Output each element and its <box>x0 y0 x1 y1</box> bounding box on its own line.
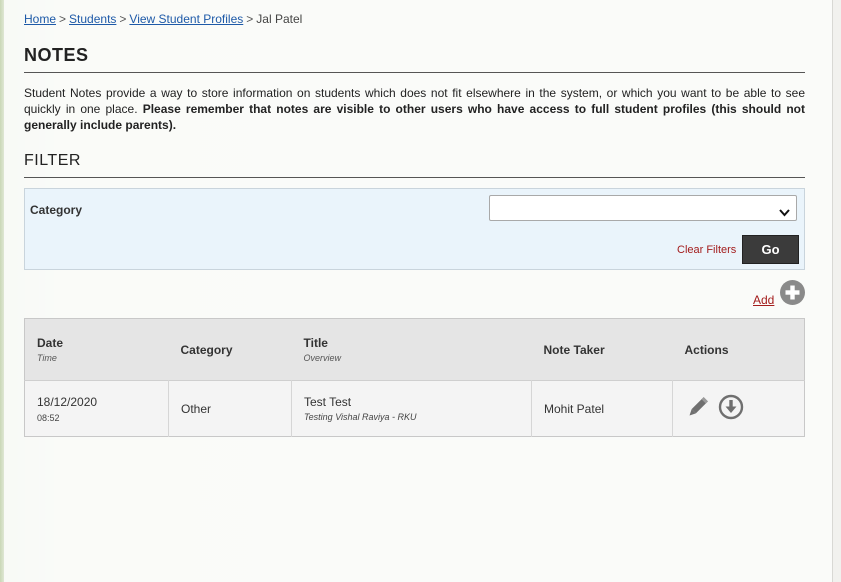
add-row: Add <box>24 270 805 308</box>
breadcrumb-separator: > <box>246 12 254 26</box>
breadcrumb-separator: > <box>119 12 127 26</box>
pencil-icon[interactable] <box>685 394 711 423</box>
right-scroll-edge <box>832 0 841 582</box>
table-header-row: Date Time Category Title Overview Note Tak… <box>24 318 805 381</box>
column-note-taker: Note Taker <box>531 318 673 381</box>
column-actions: Actions <box>672 318 805 381</box>
breadcrumb: Home > Students > View Student Profiles > Jal … <box>24 12 805 26</box>
column-date: Date Time <box>24 318 169 381</box>
column-title-label: Title <box>303 336 328 350</box>
filter-panel: Category Clear Filters Go <box>24 188 805 270</box>
page-title: NOTES <box>24 45 805 73</box>
column-title: Title Overview <box>291 318 532 381</box>
category-label: Category <box>30 203 83 217</box>
clear-filters-link[interactable]: Clear Filters <box>677 244 736 256</box>
note-date: 18/12/2020 <box>37 394 98 409</box>
cell-note-taker: Mohit Patel <box>531 380 673 437</box>
chevron-down-icon <box>779 204 790 222</box>
table-row: 18/12/2020 08:52 Other Test Test Testing V… <box>24 380 805 437</box>
download-circle-icon[interactable] <box>718 394 744 423</box>
main-content: Home > Students > View Student Profiles > Jal … <box>24 0 805 437</box>
breadcrumb-students[interactable]: Students <box>69 12 116 26</box>
note-overview: Testing Vishal Raviya - RKU <box>304 412 417 422</box>
category-select[interactable] <box>489 195 797 221</box>
breadcrumb-current: Jal Patel <box>256 12 303 26</box>
column-category: Category <box>168 318 292 381</box>
plus-circle-icon[interactable] <box>779 279 806 311</box>
go-button[interactable]: Go <box>742 235 799 264</box>
breadcrumb-separator: > <box>59 12 67 26</box>
filter-heading: FILTER <box>24 152 805 178</box>
breadcrumb-home[interactable]: Home <box>24 12 56 26</box>
page-description: Student Notes provide a way to store inf… <box>24 85 805 133</box>
cell-title: Test Test Testing Vishal Raviya - RKU <box>291 380 532 437</box>
cell-actions <box>672 380 805 437</box>
note-title: Test Test <box>304 395 352 409</box>
note-time: 08:52 <box>37 412 60 423</box>
breadcrumb-view-student-profiles[interactable]: View Student Profiles <box>129 12 243 26</box>
cell-date: 18/12/2020 08:52 <box>24 380 169 437</box>
cell-category: Other <box>168 380 292 437</box>
add-note-link[interactable]: Add <box>753 293 774 307</box>
column-title-sub: Overview <box>303 353 342 363</box>
column-date-sub: Time <box>37 353 57 363</box>
column-date-label: Date <box>37 336 64 350</box>
notes-table: Date Time Category Title Overview Note Tak… <box>24 318 805 437</box>
